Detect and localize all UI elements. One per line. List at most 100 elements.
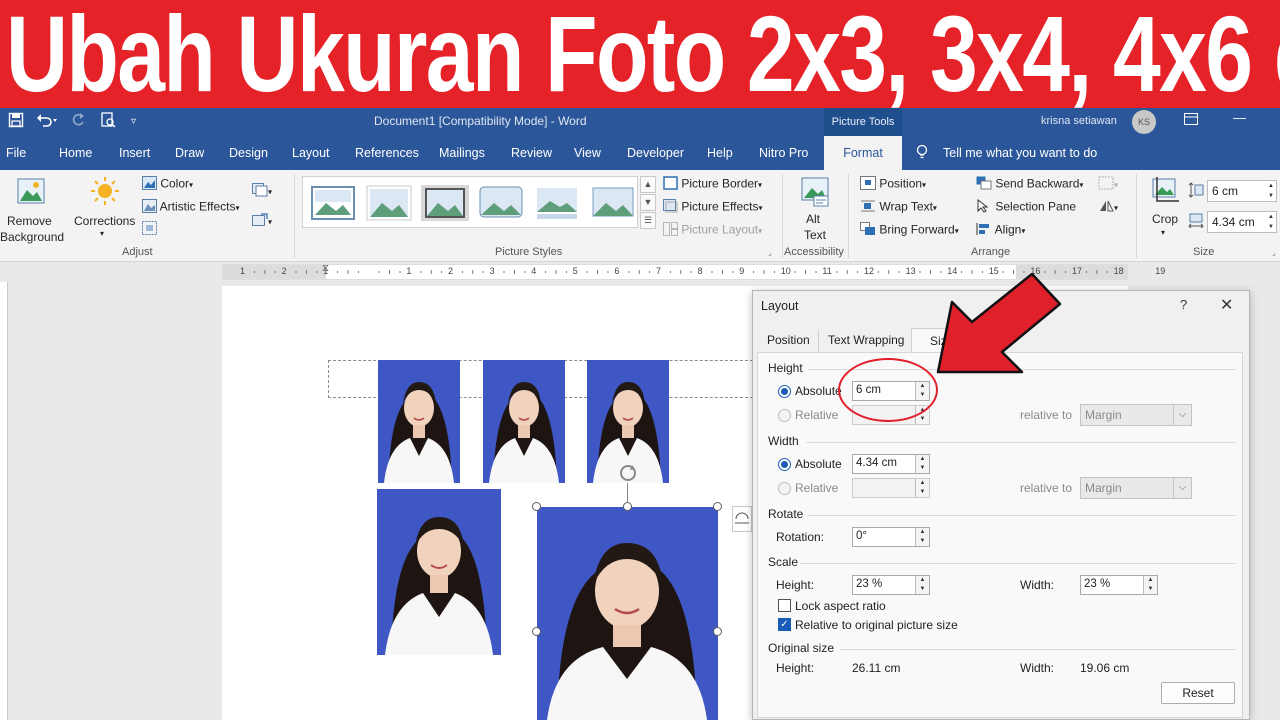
selection-handle[interactable] xyxy=(713,502,722,511)
spinner-arrows[interactable]: ▲ ▼ xyxy=(915,576,929,594)
gallery-scroll-up[interactable]: ▲ xyxy=(640,176,656,193)
group-objects-button[interactable]: ▾ xyxy=(1098,176,1118,193)
gallery-scroll-down[interactable]: ▼ xyxy=(640,194,656,211)
change-picture-icon xyxy=(252,213,268,230)
bring-forward-button[interactable]: Bring Forward▾ xyxy=(860,222,959,239)
divider xyxy=(806,442,1236,443)
remove-background-button[interactable]: Remove Background xyxy=(0,174,64,244)
rotation-input[interactable]: 0° ▲ ▼ xyxy=(852,527,930,547)
save-icon[interactable] xyxy=(8,112,24,132)
style-thumbnail[interactable] xyxy=(533,185,581,221)
width-absolute-input[interactable]: 4.34 cm ▲ ▼ xyxy=(852,454,930,474)
align-label: Align xyxy=(994,222,1022,237)
style-thumbnail[interactable] xyxy=(589,185,637,221)
crop-button[interactable]: Crop ▾ xyxy=(1146,174,1186,244)
picture-layout-button[interactable]: Picture Layout▾ xyxy=(663,222,762,239)
tab-nitro-pro[interactable]: Nitro Pro xyxy=(759,146,808,160)
artistic-effects-button[interactable]: Artistic Effects▾ xyxy=(142,199,239,216)
align-button[interactable]: Align▾ xyxy=(976,222,1025,239)
relative-to-original-checkbox[interactable]: ✓ xyxy=(778,618,791,631)
minimize-icon[interactable]: — xyxy=(1233,110,1246,125)
indent-marker-icon[interactable]: ⧖ xyxy=(322,263,329,274)
wrap-text-button[interactable]: Wrap Text▾ xyxy=(860,199,937,216)
position-button[interactable]: Position▾ xyxy=(860,176,926,193)
height-relative-to-select[interactable]: Margin ⌵ xyxy=(1080,404,1192,426)
picture-effects-button[interactable]: Picture Effects▾ xyxy=(663,199,763,216)
corrections-button[interactable]: Corrections ▾ xyxy=(72,174,136,246)
width-relative-to-select[interactable]: Margin ⌵ xyxy=(1080,477,1192,499)
rotate-objects-button[interactable]: ▾ xyxy=(1098,199,1118,216)
transparency-button[interactable] xyxy=(142,221,157,238)
selection-handle[interactable] xyxy=(623,502,632,511)
style-thumbnail[interactable] xyxy=(309,185,357,221)
tab-format[interactable]: Format xyxy=(824,136,902,170)
tab-review[interactable]: Review xyxy=(511,146,552,160)
dialog-tab-position[interactable]: Position xyxy=(759,330,819,352)
lock-aspect-ratio-checkbox[interactable] xyxy=(778,599,791,612)
width-absolute-radio[interactable] xyxy=(778,458,791,471)
user-name[interactable]: krisna setiawan xyxy=(1041,115,1117,127)
vertical-ruler[interactable] xyxy=(0,282,8,720)
selection-pane-button[interactable]: Selection Pane xyxy=(976,198,1076,216)
selection-handle[interactable] xyxy=(713,627,722,636)
scale-width-input[interactable]: 23 % ▲ ▼ xyxy=(1080,575,1158,595)
picture-border-button[interactable]: Picture Border▾ xyxy=(663,176,762,193)
scale-height-input[interactable]: 23 % ▲ ▼ xyxy=(852,575,930,595)
send-backward-button[interactable]: Send Backward▾ xyxy=(976,176,1083,193)
tab-view[interactable]: View xyxy=(574,146,601,160)
tab-help[interactable]: Help xyxy=(707,146,733,160)
change-picture-button[interactable]: ▾ xyxy=(252,213,272,230)
tab-developer[interactable]: Developer xyxy=(627,146,684,160)
undo-icon[interactable] xyxy=(36,112,58,132)
tell-me-search[interactable]: Tell me what you want to do xyxy=(943,146,1097,160)
picture-styles-gallery[interactable] xyxy=(302,176,638,228)
photo-3x4-1[interactable] xyxy=(378,360,460,483)
style-thumbnail[interactable] xyxy=(365,185,413,221)
tab-file[interactable]: File xyxy=(6,146,26,160)
spinner-arrows[interactable]: ▲ ▼ xyxy=(915,455,929,473)
picture-effects-label: Picture Effects xyxy=(681,199,759,214)
photo-3x4-2[interactable] xyxy=(483,360,565,483)
shape-width-input[interactable]: 4.34 cm ▲ ▼ xyxy=(1207,211,1277,233)
ruler-label: 3 xyxy=(489,266,495,276)
redo-icon[interactable] xyxy=(70,112,86,132)
layout-options-icon[interactable] xyxy=(732,506,752,532)
print-preview-icon[interactable] xyxy=(100,112,116,132)
dialog-tab-text-wrapping[interactable]: Text Wrapping xyxy=(820,330,914,352)
close-icon[interactable]: ✕ xyxy=(1220,295,1233,315)
tab-home[interactable]: Home xyxy=(59,146,92,160)
tab-insert[interactable]: Insert xyxy=(119,146,150,160)
tab-mailings[interactable]: Mailings xyxy=(439,146,485,160)
style-thumbnail[interactable] xyxy=(477,185,525,221)
original-height-label: Height: xyxy=(776,661,815,675)
color-button[interactable]: Color▾ xyxy=(142,176,193,193)
tab-draw[interactable]: Draw xyxy=(175,146,204,160)
spinner-arrows[interactable]: ▲ ▼ xyxy=(915,528,929,546)
tab-design[interactable]: Design xyxy=(229,146,268,160)
spinner-arrows[interactable]: ▲ ▼ xyxy=(915,479,929,497)
dialog-launcher-icon[interactable]: ⌟ xyxy=(768,248,772,257)
size-dialog-launcher-icon[interactable]: ⌟ xyxy=(1272,248,1276,257)
avatar[interactable]: KS xyxy=(1132,110,1156,134)
tab-layout[interactable]: Layout xyxy=(292,146,330,160)
spinner-arrows[interactable]: ▲ ▼ xyxy=(1143,576,1157,594)
selection-handle[interactable] xyxy=(532,627,541,636)
compress-pictures-button[interactable]: ▾ xyxy=(252,183,272,200)
photo-selected[interactable] xyxy=(537,507,718,720)
width-relative-input[interactable]: ▲ ▼ xyxy=(852,478,930,498)
tab-references[interactable]: References xyxy=(355,146,419,160)
reset-button[interactable]: Reset xyxy=(1161,682,1235,704)
style-thumbnail-selected[interactable] xyxy=(421,185,469,221)
alt-text-button[interactable]: Alt Text xyxy=(796,174,834,244)
ribbon-display-icon[interactable] xyxy=(1184,113,1198,128)
rotate-handle-icon[interactable] xyxy=(617,462,639,487)
selection-handle[interactable] xyxy=(532,502,541,511)
photo-4x6[interactable] xyxy=(377,489,501,655)
width-relative-radio[interactable] xyxy=(778,482,791,495)
height-absolute-radio[interactable] xyxy=(778,385,791,398)
gallery-more[interactable]: ☰ xyxy=(640,212,656,229)
customize-qat-icon[interactable]: ▿ xyxy=(131,112,136,132)
shape-height-input[interactable]: 6 cm ▲ ▼ xyxy=(1207,180,1277,202)
help-button[interactable]: ? xyxy=(1180,297,1187,312)
height-relative-radio[interactable] xyxy=(778,409,791,422)
